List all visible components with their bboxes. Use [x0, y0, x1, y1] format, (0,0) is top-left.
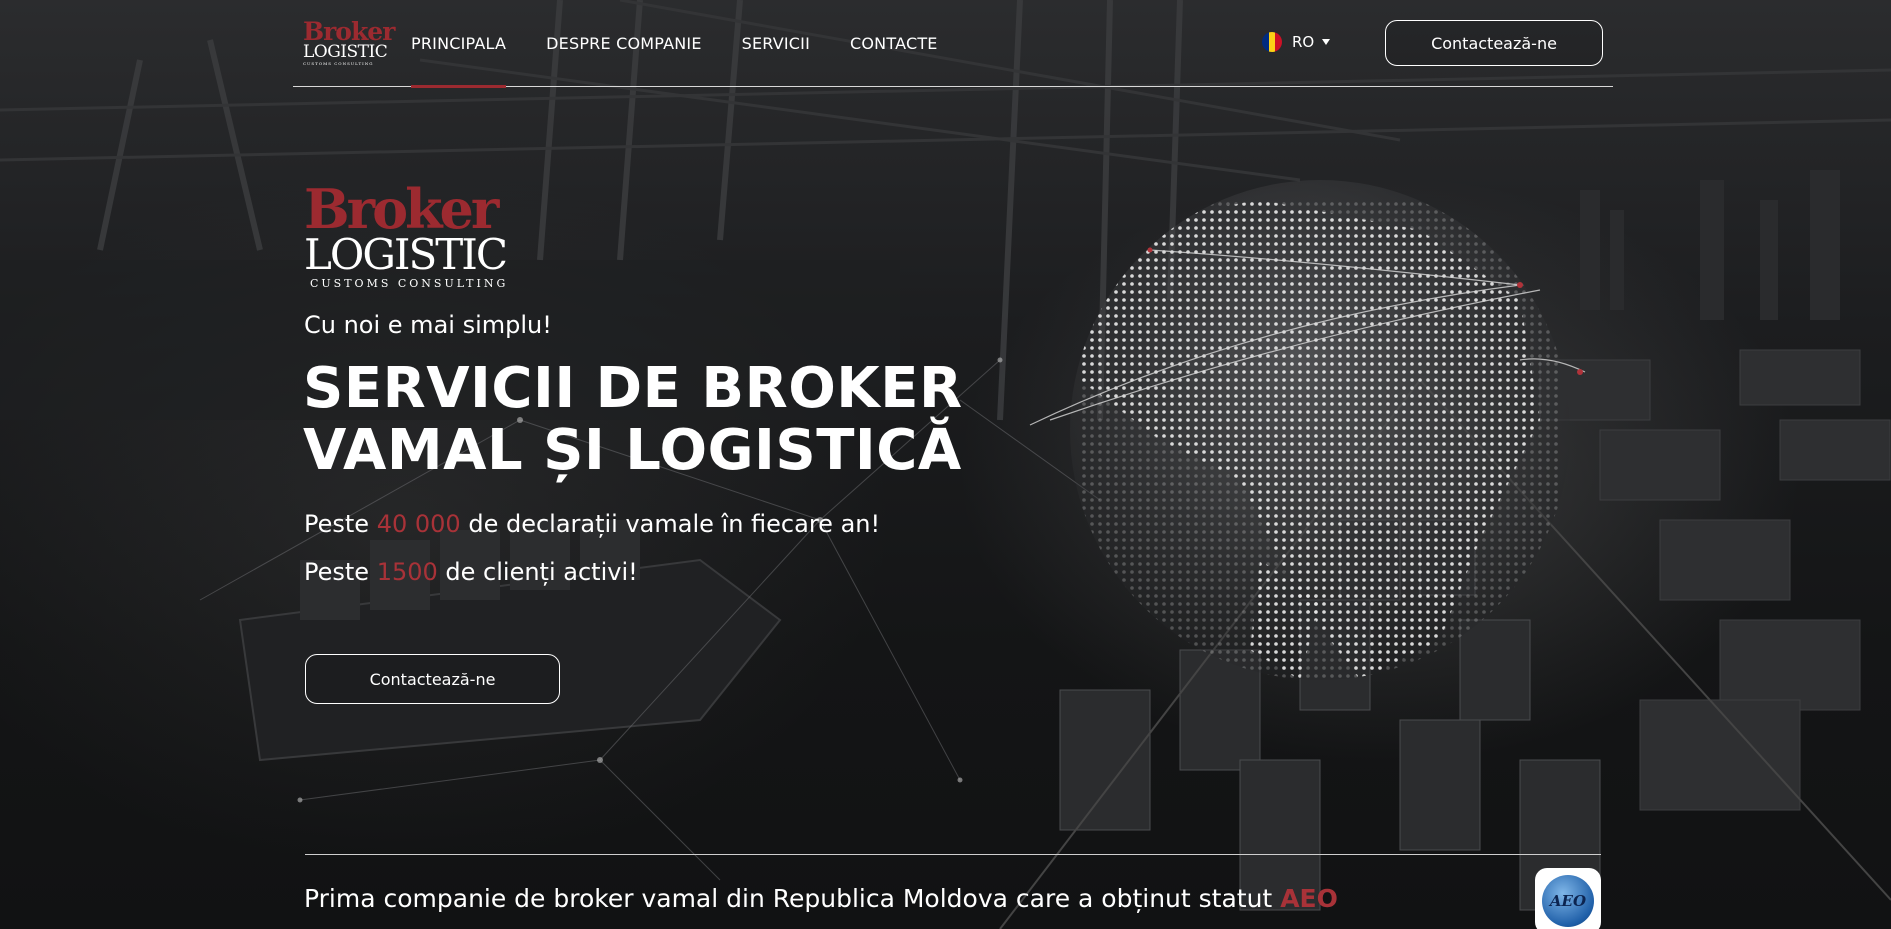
hero-headline: SERVICII DE BROKER VAMAL ȘI LOGISTICĂ — [303, 358, 1003, 482]
aeo-statement-text: Prima companie de broker vamal din Repub… — [304, 884, 1273, 913]
logo-top-text: Broker — [303, 17, 395, 46]
hero-headline-line2: VAMAL ȘI LOGISTICĂ — [303, 418, 962, 483]
caret-down-icon — [1322, 39, 1331, 45]
hero-logo: Broker LOGISTIC CUSTOMS CONSULTING — [304, 177, 534, 301]
aeo-statement: Prima companie de broker vamal din Repub… — [304, 884, 1338, 913]
hero-logo-sub-text: CUSTOMS CONSULTING — [310, 277, 509, 290]
aeo-globe-icon: AEO — [1542, 875, 1594, 927]
hero-logo-top-text: Broker — [304, 177, 499, 241]
language-selector[interactable]: RO — [1262, 30, 1331, 54]
hero-logo-main-text: LOGISTIC — [304, 230, 508, 279]
header-contact-button[interactable]: Contactează-ne — [1385, 20, 1603, 66]
stat2-prefix: Peste — [304, 558, 370, 586]
nav-item-principala[interactable]: PRINCIPALA — [411, 0, 507, 88]
nav-item-servicii[interactable]: SERVICII — [742, 0, 810, 87]
stat1-suffix: de declarații vamale în fiecare an! — [468, 510, 881, 538]
main-nav: PRINCIPALA DESPRE COMPANIE SERVICII CONT… — [411, 0, 978, 88]
header-logo[interactable]: Broker LOGISTIC CUSTOMS CONSULTING — [303, 17, 395, 66]
stat2-suffix: de clienți activi! — [445, 558, 638, 586]
stat1-value: 40 000 — [376, 510, 461, 538]
hero-contact-button[interactable]: Contactează-ne — [305, 654, 560, 704]
stat-clients: Peste 1500 de clienți activi! — [304, 558, 638, 586]
aeo-highlight: AEO — [1280, 884, 1338, 913]
nav-item-despre-companie[interactable]: DESPRE COMPANIE — [546, 0, 701, 87]
stat1-prefix: Peste — [304, 510, 370, 538]
aeo-badge-label: AEO — [1549, 892, 1587, 910]
romania-flag-icon — [1262, 32, 1282, 52]
hero-tagline: Cu noi e mai simplu! — [304, 311, 552, 339]
site-header: Broker LOGISTIC CUSTOMS CONSULTING PRINC… — [293, 0, 1613, 88]
section-divider — [305, 854, 1601, 855]
logo-main-text: LOGISTIC — [303, 42, 388, 62]
language-label: RO — [1292, 33, 1315, 51]
hero-headline-line1: SERVICII DE BROKER — [303, 356, 963, 421]
nav-item-contacte[interactable]: CONTACTE — [850, 0, 938, 87]
stat-declarations: Peste 40 000 de declarații vamale în fie… — [304, 510, 880, 538]
stat2-value: 1500 — [376, 558, 438, 586]
aeo-badge-icon: AEO — [1535, 868, 1601, 929]
